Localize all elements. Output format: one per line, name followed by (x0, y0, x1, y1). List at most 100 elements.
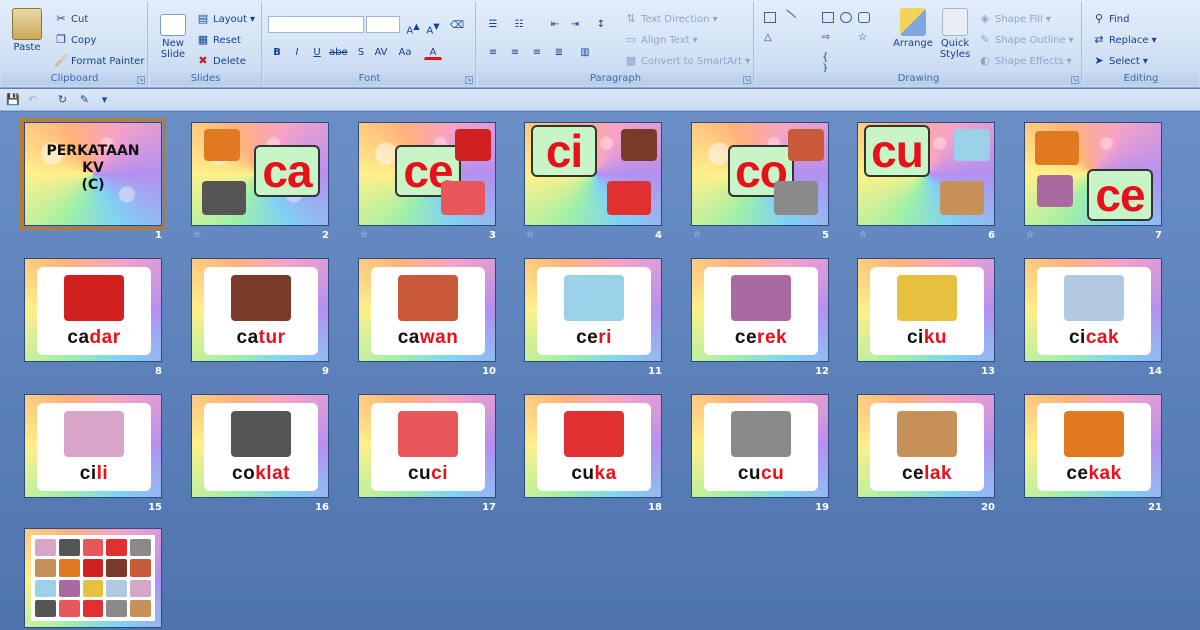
qat-dropdown-icon[interactable]: ▾ (98, 93, 111, 106)
slide-thumbnail[interactable]: cadar (24, 258, 162, 362)
layout-button[interactable]: ▤ Layout ▾ (196, 12, 255, 26)
slide-thumbnail[interactable]: ce (1024, 122, 1162, 226)
clear-format-button[interactable]: ⌫ (448, 17, 466, 33)
shapes-gallery[interactable]: △ ⇨ ☆ { } (762, 9, 886, 74)
select-button[interactable]: ➤ Select ▾ (1092, 54, 1148, 68)
slide-thumbnail[interactable]: cicak (1024, 258, 1162, 362)
new-slide-button[interactable]: New Slide (154, 8, 192, 60)
paragraph-launcher[interactable]: ↘ (743, 76, 751, 84)
bold-button[interactable]: B (268, 44, 286, 60)
columns-button[interactable]: ▥ (576, 44, 594, 60)
rect2-shape-icon (822, 12, 834, 23)
bullets-button[interactable]: ☰ (484, 16, 502, 32)
font-name-dropdown[interactable] (268, 16, 364, 33)
line-spacing-button[interactable]: ↕ (592, 16, 610, 32)
slide-thumbnail[interactable]: cerek (691, 258, 829, 362)
slide-thumbnail[interactable]: ci (524, 122, 662, 226)
arrange-button[interactable]: Arrange (892, 8, 934, 49)
redo-icon[interactable]: ↻ (56, 93, 69, 106)
increase-indent-button[interactable]: ⇥ (566, 16, 584, 32)
italic-button[interactable]: I (288, 44, 306, 60)
customize-icon[interactable]: ✎ (78, 93, 91, 106)
align-text-button[interactable]: ▭ Align Text ▾ (624, 33, 698, 47)
convert-smartart-button[interactable]: ▩ Convert to SmartArt ▾ (624, 54, 750, 68)
paragraph-group-label: Paragraph (478, 72, 753, 85)
quick-styles-button[interactable]: Quick Styles (936, 8, 974, 60)
slide-number: 16 (315, 502, 329, 513)
transition-icon[interactable]: ☆ (693, 230, 701, 240)
word-text: cadar (37, 327, 151, 349)
transition-icon[interactable]: ☆ (360, 230, 368, 240)
shrink-font-button[interactable]: A▼ (424, 17, 442, 36)
paste-button[interactable]: Paste (10, 8, 44, 53)
clipboard-launcher[interactable]: ↘ (137, 76, 145, 84)
format-painter-button[interactable]: 🖌 Format Painter (54, 54, 144, 68)
numbering-button[interactable]: ☷ (510, 16, 528, 32)
transition-icon[interactable]: ☆ (193, 230, 201, 240)
slide-thumbnail[interactable]: cucu (691, 394, 829, 498)
oval-shape-icon (840, 12, 852, 23)
slide-number: 19 (815, 502, 829, 513)
word-syllable-1: cu (407, 463, 432, 484)
transition-icon[interactable]: ☆ (1026, 230, 1034, 240)
font-color-button[interactable]: A (424, 44, 442, 60)
justify-button[interactable]: ≣ (550, 44, 568, 60)
decrease-indent-button[interactable]: ⇤ (546, 16, 564, 32)
new-slide-icon (160, 14, 186, 36)
slide-number: 21 (1148, 502, 1162, 513)
shape-outline-button[interactable]: ✎ Shape Outline ▾ (978, 33, 1073, 47)
syllable-box: ca (254, 145, 320, 197)
underline-button[interactable]: U (308, 44, 326, 60)
spacing-button[interactable]: AV (372, 44, 390, 60)
slide-thumbnail[interactable]: catur (191, 258, 329, 362)
replace-button[interactable]: ⇄ Replace ▾ (1092, 33, 1156, 47)
cut-button[interactable]: ✂ Cut (54, 12, 88, 26)
slide-thumbnail[interactable]: cuci (358, 394, 496, 498)
word-syllable-1: co (232, 463, 256, 484)
word-card: cawan (371, 267, 485, 355)
slide-thumbnail[interactable]: ce (358, 122, 496, 226)
syllable-text: ci (545, 125, 583, 177)
font-size-dropdown[interactable] (366, 16, 400, 33)
delete-button[interactable]: ✖ Delete (196, 54, 245, 68)
slide-thumbnail[interactable]: PERKATAAN KV (C) (20, 118, 166, 230)
strike-button[interactable]: abe (328, 44, 348, 60)
grow-font-button[interactable]: A▲ (404, 17, 422, 36)
font-launcher[interactable]: ↘ (465, 76, 473, 84)
ribbon: Paste ✂ Cut ❐ Copy 🖌 Format Painter Clip… (0, 0, 1200, 88)
delete-icon: ✖ (198, 54, 208, 67)
slide-thumbnail[interactable]: ceri (524, 258, 662, 362)
shape-fill-button[interactable]: ◈ Shape Fill ▾ (978, 12, 1051, 26)
slide-thumbnail[interactable]: co (691, 122, 829, 226)
change-case-button[interactable]: Aa (396, 44, 414, 60)
shadow-button[interactable]: S (352, 44, 370, 60)
slide-thumbnail[interactable]: ca (191, 122, 329, 226)
word-card: cuci (371, 403, 485, 491)
align-right-button[interactable]: ≡ (528, 44, 546, 60)
transition-icon[interactable]: ☆ (526, 230, 534, 240)
text-direction-button[interactable]: ⇅ Text Direction ▾ (624, 12, 717, 26)
slide-thumbnail[interactable]: ciku (857, 258, 995, 362)
slide-thumbnail[interactable]: coklat (191, 394, 329, 498)
align-left-button[interactable]: ≡ (484, 44, 502, 60)
undo-icon[interactable]: ↶ (26, 93, 39, 106)
copy-button[interactable]: ❐ Copy (54, 33, 96, 47)
word-syllable-1: ci (79, 463, 97, 484)
drawing-launcher[interactable]: ↘ (1071, 76, 1079, 84)
slide-thumbnail[interactable]: cekak (1024, 394, 1162, 498)
paint-bucket-icon: ◈ (980, 12, 990, 25)
slide-thumbnail[interactable]: cu (857, 122, 995, 226)
transition-icon[interactable]: ☆ (859, 230, 867, 240)
summary-item (130, 539, 151, 557)
slide-thumbnail[interactable]: cili (24, 394, 162, 498)
slide-thumbnail[interactable]: cawan (358, 258, 496, 362)
shape-effects-button[interactable]: ◐ Shape Effects ▾ (978, 54, 1071, 68)
save-icon[interactable]: 💾 (6, 93, 20, 106)
align-center-button[interactable]: ≡ (506, 44, 524, 60)
reset-button[interactable]: ▦ Reset (196, 33, 241, 47)
slide-thumbnail[interactable]: cuka (524, 394, 662, 498)
find-button[interactable]: ⚲ Find (1092, 12, 1130, 26)
slide-thumbnail[interactable]: celak (857, 394, 995, 498)
slide-thumbnail[interactable] (24, 528, 162, 628)
summary-item (82, 559, 104, 577)
